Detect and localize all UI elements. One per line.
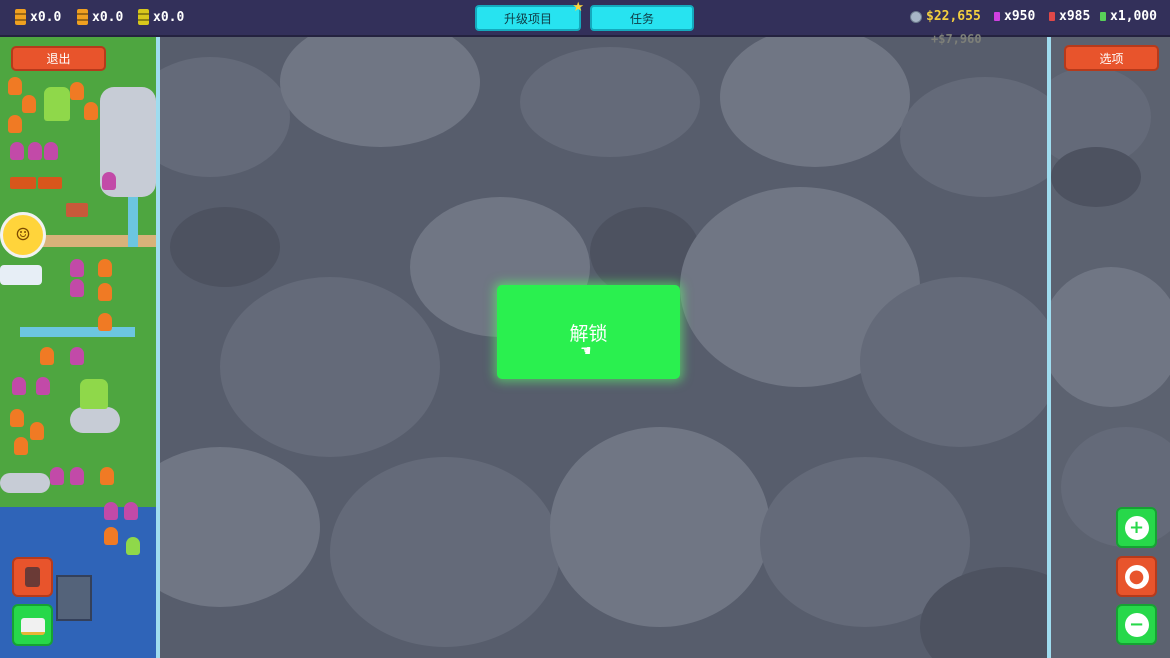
money-change: +$7,960 [931,32,982,46]
gem-counter: x950 [994,9,1035,24]
plus-icon: + [1124,515,1149,540]
cloud-edge [0,473,50,493]
resource-value: x0.0 [92,9,124,25]
dark-forest-gap [170,207,280,287]
tree [104,502,118,520]
resource-counter: x0.0 [15,9,61,25]
bus [0,265,42,285]
record-button[interactable]: ● [1116,556,1157,597]
tree [70,259,84,277]
cloud [330,457,560,647]
tree [98,313,112,331]
money-counter: $22,655 [910,9,981,24]
tree [8,77,22,95]
exit-button[interactable]: 退出 [11,46,106,71]
tree [8,115,22,133]
tree [102,172,116,190]
tree [10,409,24,427]
cloud [1051,267,1170,407]
remove-button[interactable]: − [1116,604,1157,645]
resource-value: x0.0 [153,9,185,25]
hand-cursor-icon: ☚ [581,341,591,360]
bush [44,87,70,121]
top-bar: x0.0 x0.0 x0.0 升级项目 ★ 任务 $22,655 x950 x9… [0,0,1170,37]
coin-icon [910,10,922,23]
river [20,327,135,337]
tree [30,422,44,440]
cloud [280,37,480,147]
minus-icon: − [1124,612,1149,637]
add-button[interactable]: + [1116,507,1157,548]
tree [70,347,84,365]
tree [70,82,84,100]
tree [36,377,50,395]
orange-barrel-icon [77,9,88,25]
tasks-button[interactable]: 任务 [590,5,694,31]
tree [10,142,24,160]
bus-stop [38,177,62,189]
cloud [160,57,290,177]
green-gem-icon [1100,12,1106,21]
tree [28,142,42,160]
cloud [720,37,910,167]
tree [70,279,84,297]
upgrade-project-label: 升级项目 [503,11,552,26]
options-button[interactable]: 选项 [1064,45,1159,71]
tree [14,437,28,455]
cloud [220,277,440,457]
tree [84,102,98,120]
tree [98,283,112,301]
tree [98,259,112,277]
resource-counter: x0.0 [77,9,123,25]
bush [80,379,108,409]
bus-stop [10,177,36,189]
bush [126,537,140,555]
gem-value: x985 [1059,9,1091,24]
backpack-icon[interactable] [12,557,53,597]
tree [40,347,54,365]
unlock-button[interactable]: 解锁 [497,285,680,379]
money-value: $22,655 [926,9,981,24]
gem-counter: x1,000 [1100,9,1157,24]
cloud [860,277,1047,447]
gem-value: x950 [1004,9,1036,24]
cloud [520,47,700,157]
tree [44,142,58,160]
star-icon: ★ [572,0,584,15]
sun-weather-icon[interactable]: ☺ [0,212,46,258]
tree [124,502,138,520]
upgrade-project-button[interactable]: 升级项目 ★ [475,0,584,31]
yellow-barrel-icon [138,9,149,25]
gem-counter: x985 [1049,9,1090,24]
dirt-path [40,235,156,247]
tree [12,377,26,395]
station-building [56,575,92,621]
cloud-edge [70,407,120,433]
cloud [160,447,320,607]
purple-gem-icon [994,12,1000,21]
house [66,203,88,217]
record-icon: ● [1124,564,1149,589]
tree [50,467,64,485]
tree [22,95,36,113]
tasks-label: 任务 [629,11,654,26]
bus-icon[interactable] [12,604,53,646]
exit-label: 退出 [46,52,71,66]
dark-forest-gap [1051,147,1141,207]
tree [104,527,118,545]
resource-value: x0.0 [30,9,62,25]
resource-counter: x0.0 [138,9,184,25]
red-gem-icon [1049,12,1055,21]
cloud [550,427,770,627]
tree [70,467,84,485]
options-label: 选项 [1099,51,1124,66]
cloud [900,77,1047,197]
orange-barrel-icon [15,9,26,25]
tree [100,467,114,485]
gem-value: x1,000 [1110,9,1157,24]
